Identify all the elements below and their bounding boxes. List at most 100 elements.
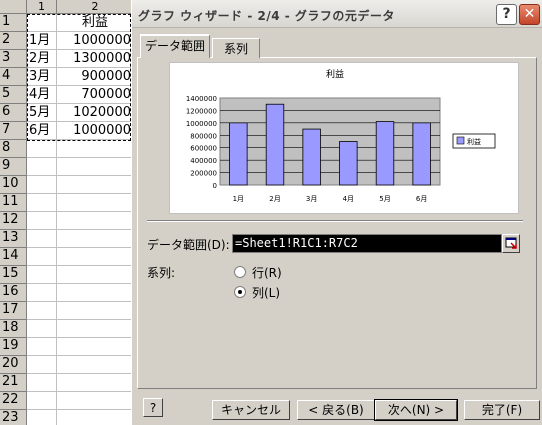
dialog-title: グラフ ウィザード - 2/4 - グラフの元データ [138,9,395,23]
tab-series[interactable]: 系列 [212,38,260,58]
row-header[interactable]: 4 [0,68,27,86]
row-header[interactable]: 6 [0,104,27,122]
row-header[interactable]: 8 [0,140,27,158]
spreadsheet[interactable]: 1 2 1 利益 2 1月 1000000 3 2月 1300000 4 3月 900000 5 4月 7… [0,0,134,425]
cell-c1[interactable] [27,158,57,176]
row-header[interactable]: 23 [0,410,27,425]
cell-c1[interactable] [27,410,57,425]
cell-c2[interactable] [57,212,134,230]
finish-button[interactable]: 完了(F) [464,400,540,420]
collapse-dialog-button[interactable] [502,234,520,253]
legend-swatch [456,136,465,145]
cell-c2[interactable]: 1000000 [57,32,134,50]
row-header[interactable]: 11 [0,194,27,212]
cell-c1[interactable]: 6月 [27,122,57,140]
collapse-icon [505,237,517,249]
next-button[interactable]: 次へ(N) > [374,399,458,421]
cell-c2[interactable]: 900000 [57,68,134,86]
x-tick-label: 1月 [233,195,244,203]
row-header[interactable]: 1 [0,14,27,32]
title-bar[interactable]: グラフ ウィザード - 2/4 - グラフの元データ ? ✕ [132,0,542,28]
help-button[interactable]: ? [496,4,517,25]
cell-c1[interactable] [27,320,57,338]
bar [375,121,395,186]
radio-columns-circle[interactable] [234,286,246,298]
radio-columns-label[interactable]: 列(L) [252,284,280,301]
cell-c1[interactable] [27,140,57,158]
radio-rows-label[interactable]: 行(R) [252,264,282,281]
cell-c1[interactable] [27,14,57,32]
cancel-button[interactable]: キャンセル [212,400,290,420]
data-range-input[interactable]: =Sheet1!R1C1:R7C2 [232,234,502,253]
column-header-1[interactable]: 1 [27,0,57,14]
cell-c2[interactable] [57,410,134,425]
bar [302,128,321,186]
cell-c2[interactable] [57,302,134,320]
cell-c2[interactable] [57,284,134,302]
cell-c2[interactable] [57,248,134,266]
y-tick-label: 600000 [190,145,217,153]
row-header[interactable]: 13 [0,230,27,248]
cell-c1[interactable]: 2月 [27,50,57,68]
cell-c2[interactable] [57,320,134,338]
cell-c2[interactable]: 1300000 [57,50,134,68]
cell-c1[interactable] [27,356,57,374]
data-range-label: データ範囲(D): [147,238,230,252]
bar [339,141,358,186]
close-button[interactable]: ✕ [519,4,540,25]
cell-c1[interactable] [27,230,57,248]
row-header[interactable]: 5 [0,86,27,104]
cell-c2[interactable] [57,356,134,374]
column-header-2[interactable]: 2 [57,0,134,14]
cell-c2[interactable] [57,338,134,356]
cell-c1[interactable] [27,212,57,230]
row-header[interactable]: 21 [0,374,27,392]
cell-c2[interactable]: 1000000 [57,122,134,140]
cell-c1[interactable] [27,248,57,266]
cell-c1[interactable]: 1月 [27,32,57,50]
series-in-label: 系列: [147,266,176,280]
cell-c1[interactable] [27,374,57,392]
row-header[interactable]: 10 [0,176,27,194]
cell-c2[interactable] [57,194,134,212]
row-header[interactable]: 15 [0,266,27,284]
cell-c2[interactable]: 1020000 [57,104,134,122]
row-header[interactable]: 9 [0,158,27,176]
cell-c2[interactable] [57,374,134,392]
cell-c2[interactable]: 利益 [57,14,134,32]
row-header[interactable]: 3 [0,50,27,68]
row-header[interactable]: 7 [0,122,27,140]
cell-c2[interactable] [57,392,134,410]
row-header[interactable]: 14 [0,248,27,266]
cell-c1[interactable] [27,338,57,356]
cell-c2[interactable] [57,158,134,176]
cell-c1[interactable] [27,176,57,194]
cell-c1[interactable]: 3月 [27,68,57,86]
row-header[interactable]: 12 [0,212,27,230]
back-button[interactable]: < 戻る(B) [297,400,375,420]
cell-c1[interactable]: 4月 [27,86,57,104]
row-header[interactable]: 16 [0,284,27,302]
cell-c2[interactable] [57,176,134,194]
row-header[interactable]: 18 [0,320,27,338]
cell-c2[interactable] [57,230,134,248]
chart-preview: 利益 0 200000 400000 600000 800000 1000000 120000… [169,62,519,214]
cell-c2[interactable] [57,140,134,158]
cell-c1[interactable]: 5月 [27,104,57,122]
tab-data-range[interactable]: データ範囲 [140,34,210,58]
cell-c1[interactable] [27,284,57,302]
row-header[interactable]: 20 [0,356,27,374]
radio-rows-circle[interactable] [234,266,246,278]
cell-c1[interactable] [27,194,57,212]
office-assistant-button[interactable]: ? [143,398,163,417]
row-header[interactable]: 19 [0,338,27,356]
cell-c1[interactable] [27,392,57,410]
cell-c2[interactable]: 700000 [57,86,134,104]
cell-c2[interactable] [57,266,134,284]
cell-c1[interactable] [27,302,57,320]
row-header[interactable]: 22 [0,392,27,410]
row-header[interactable]: 17 [0,302,27,320]
corner-cell[interactable] [0,0,27,14]
row-header[interactable]: 2 [0,32,27,50]
cell-c1[interactable] [27,266,57,284]
